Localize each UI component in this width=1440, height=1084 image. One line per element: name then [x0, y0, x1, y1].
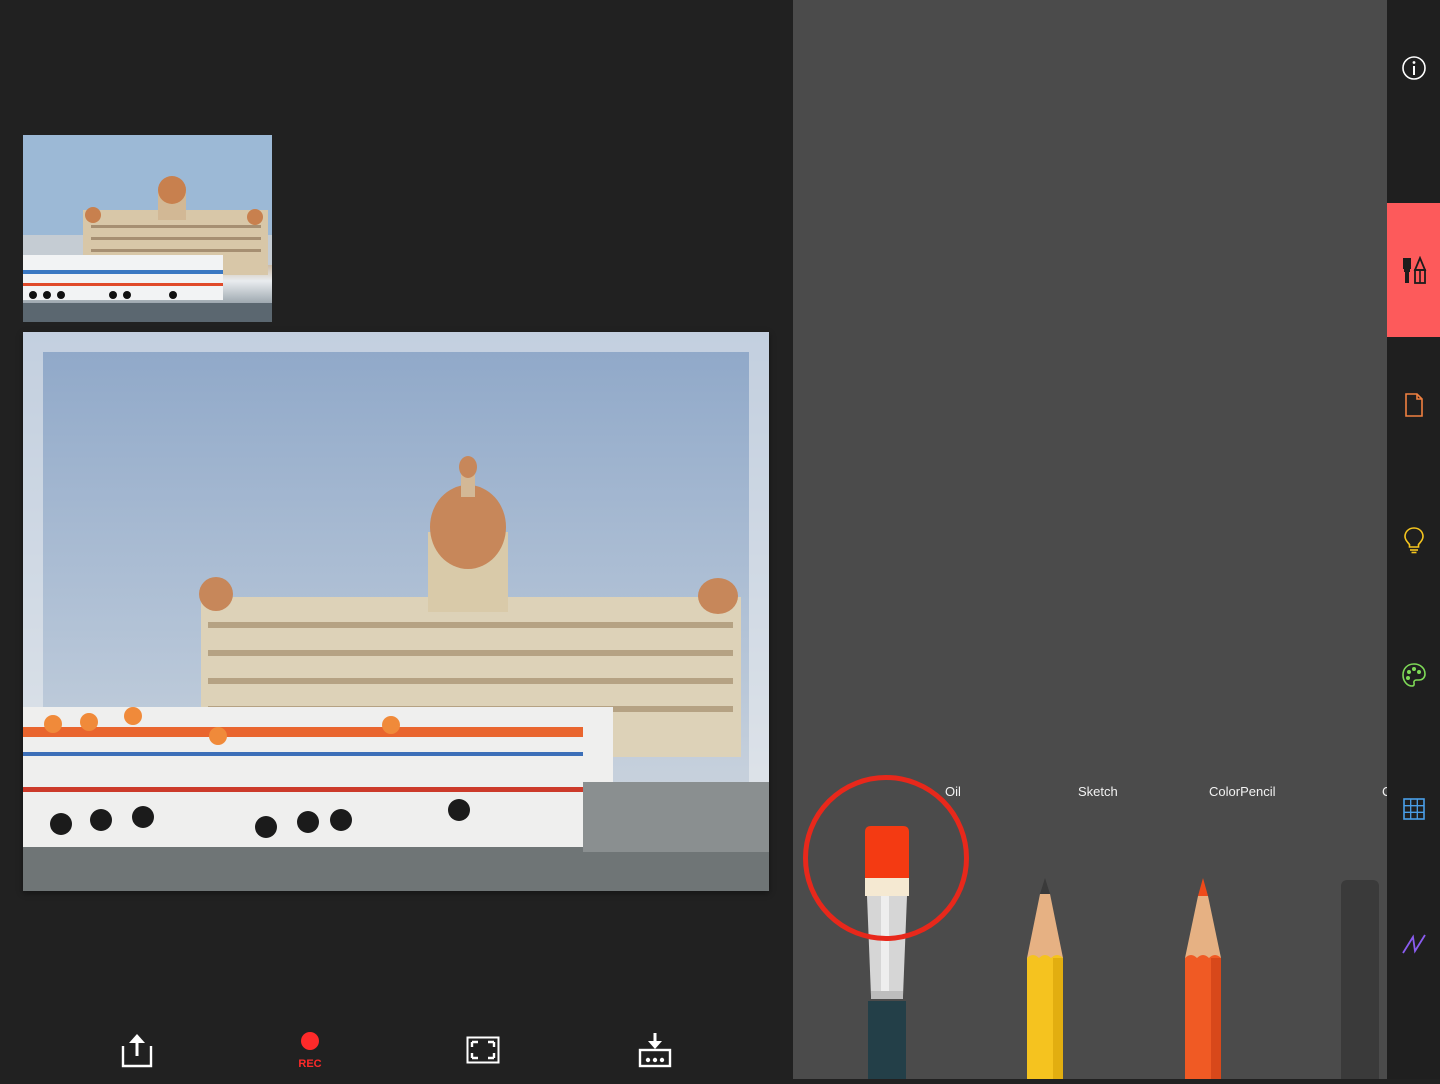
fullscreen-button[interactable] — [453, 1020, 513, 1079]
palette-icon — [1401, 663, 1426, 687]
lighting-tab[interactable] — [1387, 510, 1440, 570]
share-button[interactable] — [107, 1020, 167, 1079]
pencil-icon — [1027, 878, 1063, 1079]
source-photo-thumbnail[interactable] — [23, 135, 272, 322]
brushes-tab[interactable] — [1387, 203, 1440, 337]
fullscreen-icon — [466, 1036, 500, 1063]
stroke-icon — [1401, 934, 1426, 954]
info-icon — [1401, 56, 1426, 80]
brush-label-sketch: Sketch — [1078, 784, 1118, 799]
page-icon — [1404, 393, 1423, 417]
brushes-icon — [1402, 256, 1426, 284]
right-sidebar — [1387, 0, 1440, 1079]
save-icon — [638, 1032, 672, 1067]
workspace: REC — [0, 0, 793, 1079]
record-icon — [301, 1031, 319, 1050]
record-label: REC — [298, 1058, 322, 1070]
sketch-pencil-tool[interactable] — [1027, 878, 1063, 1079]
color-pencil-tool[interactable] — [1185, 878, 1221, 1079]
save-button[interactable] — [625, 1020, 685, 1079]
stroke-tab[interactable] — [1387, 914, 1440, 974]
brush-label-oil: Oil — [945, 784, 961, 799]
brush-label-colorpencil: ColorPencil — [1209, 784, 1276, 799]
artwork-canvas[interactable] — [23, 332, 769, 891]
grid-icon — [1402, 798, 1425, 820]
source-photo — [23, 135, 272, 322]
paper-tab[interactable] — [1387, 375, 1440, 435]
next-brush-tool[interactable] — [1341, 880, 1379, 1079]
lightbulb-icon — [1403, 527, 1424, 554]
grid-tab[interactable] — [1387, 779, 1440, 839]
selection-highlight-circle — [803, 775, 969, 941]
color-palette-tab[interactable] — [1387, 645, 1440, 705]
color-pencil-icon — [1185, 878, 1221, 1079]
share-icon — [121, 1033, 153, 1067]
record-button[interactable]: REC — [280, 1020, 340, 1079]
bottom-toolbar: REC — [0, 1020, 793, 1079]
info-button[interactable] — [1387, 38, 1440, 98]
painted-artwork — [23, 332, 769, 891]
